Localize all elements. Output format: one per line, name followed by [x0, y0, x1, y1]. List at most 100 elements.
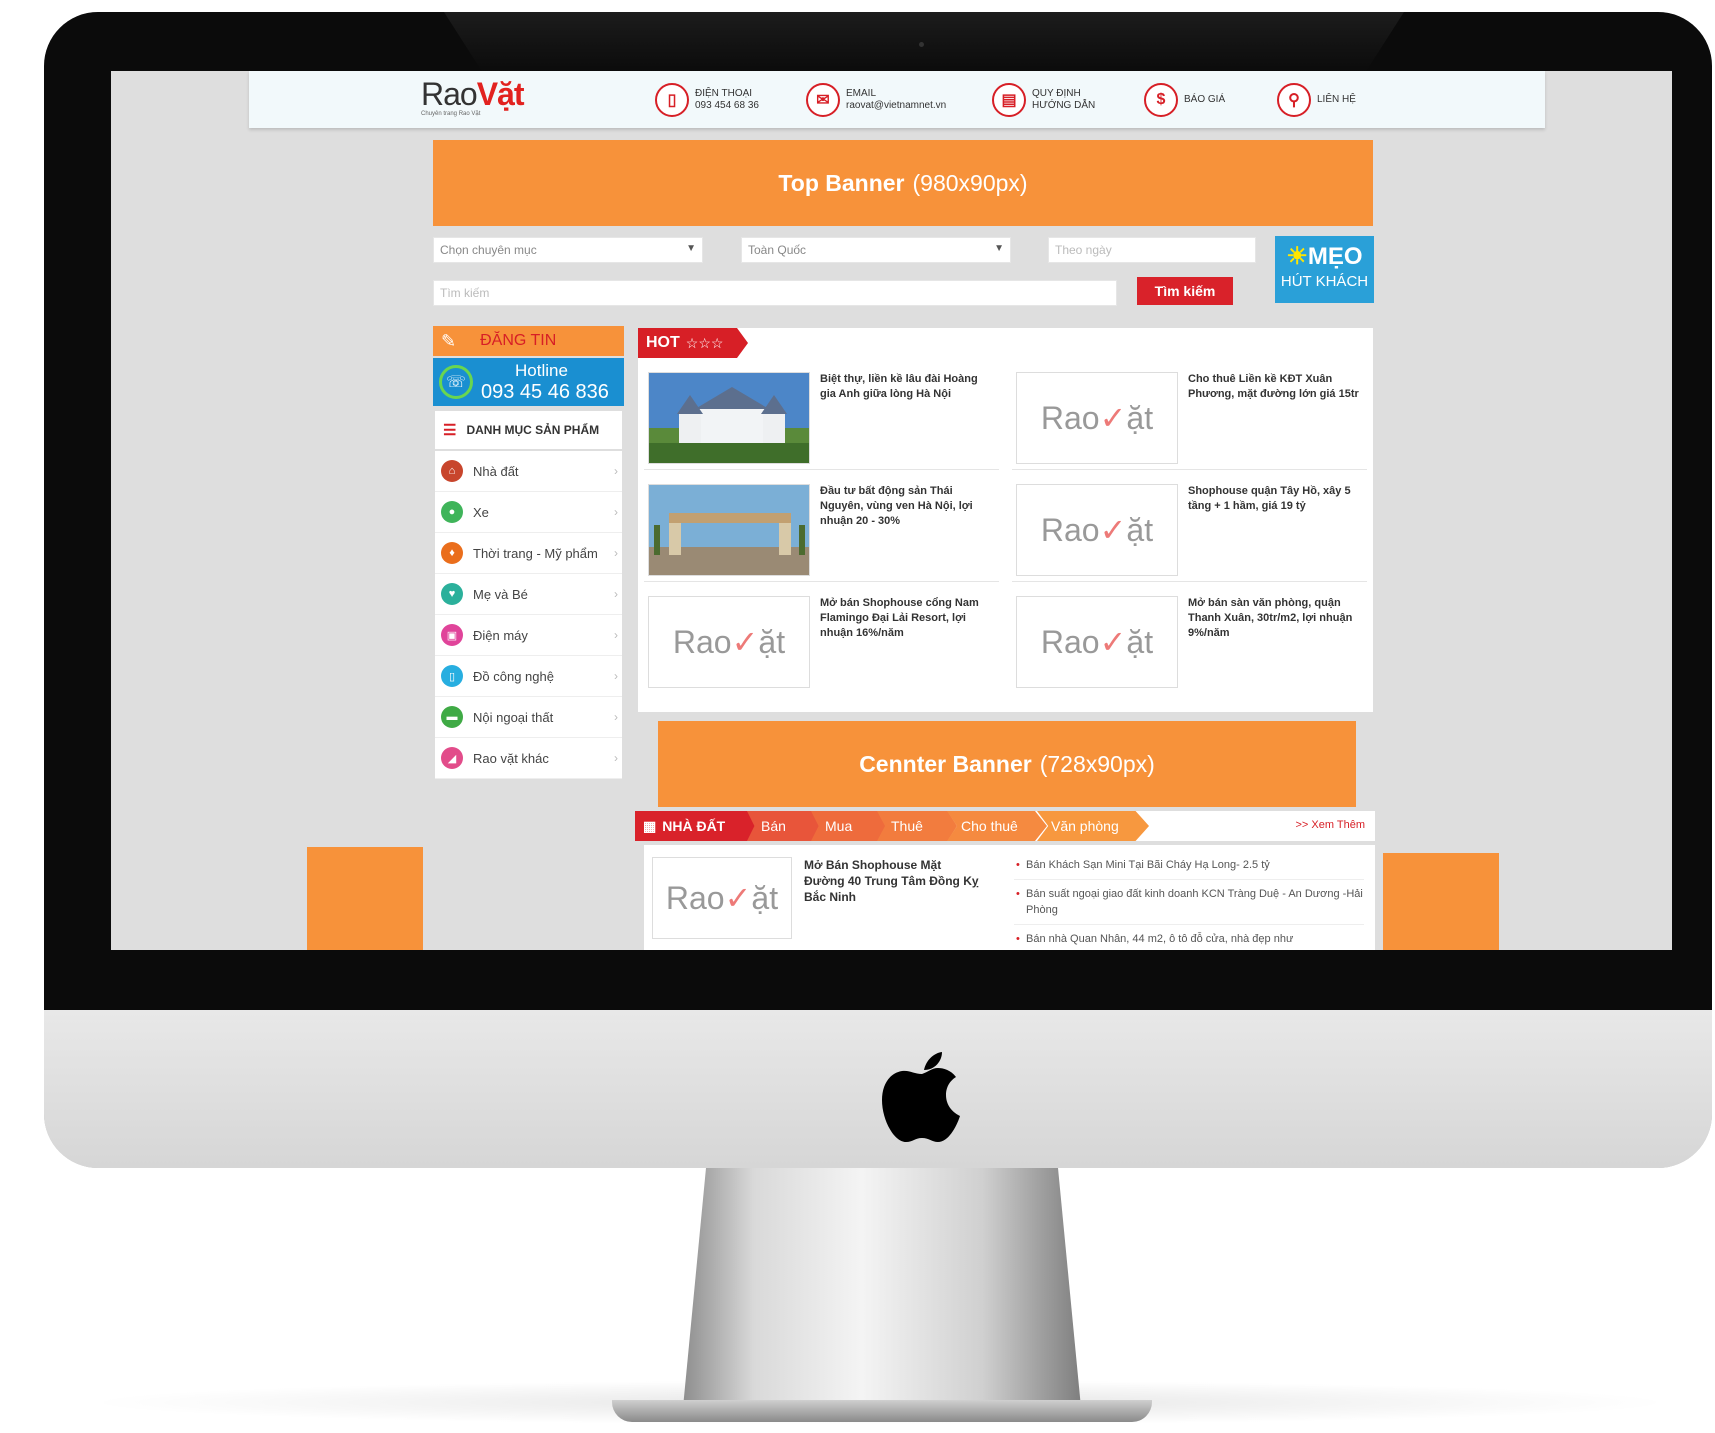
contact-label: EMAIL — [846, 88, 877, 99]
see-more-link[interactable]: >> Xem Thêm — [1296, 819, 1366, 831]
region-select-value: Toàn Quốc — [748, 243, 807, 257]
raovat-placeholder-logo: Rao ✓ ặt — [1017, 485, 1177, 575]
category-label: Thời trang - Mỹ phẩm — [473, 545, 598, 561]
category-item-nha-dat[interactable]: ⌂ Nhà đất › — [435, 451, 622, 492]
contact-label: ĐIỆN THOẠI — [695, 88, 753, 99]
search-button[interactable]: Tìm kiếm — [1137, 277, 1233, 305]
meo-hut-khach-banner[interactable]: ☀MẸO HÚT KHÁCH — [1275, 236, 1374, 303]
star-icon: ☆☆☆ — [685, 334, 724, 351]
section-nav-bar: ▦ NHÀ ĐẤT Bán Mua Thuê Cho thuê Văn phòng… — [635, 811, 1375, 841]
category-item-do-cong-nghe[interactable]: ▯ Đồ công nghệ › — [435, 656, 622, 697]
banner-title: Top Banner — [778, 169, 905, 196]
category-item-me-va-be[interactable]: ♥ Mẹ và Bé › — [435, 574, 622, 615]
hot-label: HOT — [646, 334, 680, 351]
house-icon: ⌂ — [441, 460, 463, 482]
imac-stand — [682, 1168, 1082, 1418]
tab-nha-dat[interactable]: ▦ NHÀ ĐẤT — [635, 811, 757, 841]
location-icon: ⚲ — [1277, 83, 1311, 117]
hot-listing-item[interactable]: Rao ✓ ặt Cho thuê Liền kề KĐT Xuân Phương,… — [1012, 366, 1367, 470]
tab-thue[interactable]: Thuê — [877, 811, 957, 841]
hot-listing-item[interactable]: Biệt thự, liền kề lâu đài Hoàng gia Anh … — [644, 366, 999, 470]
chevron-right-icon: › — [614, 546, 618, 560]
contact-value: 093 454 68 36 — [695, 100, 759, 111]
hot-listing-item[interactable]: Rao ✓ ặt Mở bán sàn văn phòng, quận Thanh … — [1012, 590, 1367, 694]
contact-label: BÁO GIÁ — [1184, 94, 1226, 105]
catalog-title: DANH MỤC SẢN PHẨM — [466, 423, 600, 437]
post-ad-button[interactable]: ✎ ĐĂNG TIN — [433, 326, 624, 356]
site-logo[interactable]: RaoVặt Chuyên trang Rao Vặt — [421, 76, 524, 117]
list-item[interactable]: Bán nhà Quan Nhân, 44 m2, ô tô đỗ cửa, n… — [1014, 925, 1364, 950]
contact-location[interactable]: ⚲ LIÊN HỆ — [1277, 83, 1356, 117]
region-select[interactable]: Toàn Quốc ▼ — [741, 237, 1011, 263]
banner-size: (728x90px) — [1039, 750, 1155, 777]
contact-email[interactable]: ✉ EMAIL raovat@vietnamnet.vn — [806, 83, 946, 117]
tab-label: Bán — [761, 818, 786, 834]
gate-image — [649, 485, 809, 575]
category-item-thoi-trang[interactable]: ♦ Thời trang - Mỹ phẩm › — [435, 533, 622, 574]
hot-listing-item[interactable]: Đầu tư bất động sản Thái Nguyên, vùng ve… — [644, 478, 999, 582]
section-listing-list: Bán Khách Sạn Mini Tại Bãi Cháy Hạ Long-… — [1014, 851, 1364, 950]
category-label: Nội ngoại thất — [473, 709, 554, 725]
site-header: RaoVặt Chuyên trang Rao Vặt ▯ ĐIỆN THOẠI… — [249, 71, 1545, 128]
featured-listing-title[interactable]: Mở Bán Shophouse Mặt Đường 40 Trung Tâm … — [804, 857, 979, 905]
section-body: Rao ✓ ặt Mở Bán Shophouse Mặt Đường 40 Tru… — [644, 845, 1375, 950]
listing-title: Shophouse quận Tây Hồ, xây 5 tầng + 1 hầ… — [1188, 485, 1351, 512]
hotline-box[interactable]: ☏ Hotline 093 45 46 836 — [433, 358, 624, 406]
phone-icon: ☏ — [439, 365, 473, 399]
chevron-right-icon: › — [614, 587, 618, 601]
hot-listings-panel: HOT ☆☆☆ Biệt thự, liền kề lâu đài Hoàng g… — [638, 328, 1373, 712]
date-placeholder: Theo ngày — [1055, 243, 1112, 257]
building-icon: ▦ — [643, 817, 657, 834]
camera-icon — [919, 42, 924, 47]
document-icon: ▤ — [992, 83, 1026, 117]
meo-title: MẸO — [1307, 243, 1363, 270]
category-item-noi-ngoai-that[interactable]: ▬ Nội ngoại thất › — [435, 697, 622, 738]
center-banner[interactable]: Cennter Banner (728x90px) — [658, 721, 1356, 807]
search-placeholder: Tìm kiếm — [440, 286, 490, 300]
tab-cho-thue[interactable]: Cho thuê — [947, 811, 1047, 841]
raovat-placeholder-logo: Rao ✓ ặt — [1017, 373, 1177, 463]
imac-stand-base — [612, 1400, 1152, 1422]
listing-thumbnail: Rao ✓ ặt — [1016, 484, 1178, 576]
chevron-right-icon: › — [614, 710, 618, 724]
tab-label: Thuê — [891, 818, 923, 834]
category-select-value: Chọn chuyên mục — [440, 243, 537, 257]
contact-label: LIÊN HỆ — [1317, 94, 1356, 105]
category-item-dien-may[interactable]: ▣ Điện máy › — [435, 615, 622, 656]
contact-phone[interactable]: ▯ ĐIỆN THOẠI 093 454 68 36 — [655, 83, 759, 117]
date-input[interactable]: Theo ngày — [1048, 237, 1256, 263]
contact-pricing[interactable]: $ BÁO GIÁ — [1144, 83, 1225, 117]
list-item[interactable]: Bán Khách Sạn Mini Tại Bãi Cháy Hạ Long-… — [1014, 851, 1364, 880]
phone-icon: ▯ — [655, 83, 689, 117]
chevron-right-icon: › — [614, 751, 618, 765]
category-item-xe[interactable]: ● Xe › — [435, 492, 622, 533]
featured-thumbnail[interactable]: Rao ✓ ặt — [652, 857, 792, 939]
search-input[interactable]: Tìm kiếm — [433, 280, 1117, 306]
contact-rules[interactable]: ▤ QUY ĐỊNH HƯỚNG DẪN — [992, 83, 1095, 117]
top-banner[interactable]: Top Banner (980x90px) — [433, 140, 1373, 226]
category-item-rao-vat-khac[interactable]: ◢ Rao vặt khác › — [435, 738, 622, 779]
left-side-banner[interactable] — [307, 847, 423, 950]
hotline-number: 093 45 46 836 — [481, 381, 609, 403]
list-item[interactable]: Bán suất ngoại giao đất kinh doanh KCN T… — [1014, 880, 1364, 925]
category-select[interactable]: Chọn chuyên mục ▼ — [433, 237, 703, 263]
category-label: Nhà đất — [473, 463, 519, 479]
listing-thumbnail — [648, 372, 810, 464]
listing-thumbnail — [648, 484, 810, 576]
tab-ban[interactable]: Bán — [747, 811, 821, 841]
hot-listing-item[interactable]: Rao ✓ ặt Mở bán Shophouse cổng Nam Flaming… — [644, 590, 999, 694]
listing-title: Biệt thự, liền kề lâu đài Hoàng gia Anh … — [820, 373, 978, 400]
banner-size: (980x90px) — [912, 169, 1028, 196]
hotline-label: Hotline — [515, 361, 568, 380]
tab-van-phong[interactable]: Văn phòng — [1037, 811, 1149, 841]
baby-icon: ♥ — [441, 583, 463, 605]
right-side-banner[interactable] — [1383, 853, 1499, 950]
bezel-reflection — [444, 12, 1404, 72]
fashion-icon: ♦ — [441, 542, 463, 564]
category-label: Rao vặt khác — [473, 750, 549, 766]
hot-listing-item[interactable]: Rao ✓ ặt Shophouse quận Tây Hồ, xây 5 tầng… — [1012, 478, 1367, 582]
chevron-right-icon: › — [614, 628, 618, 642]
email-icon: ✉ — [806, 83, 840, 117]
sofa-icon: ▬ — [441, 706, 463, 728]
tab-mua[interactable]: Mua — [811, 811, 887, 841]
